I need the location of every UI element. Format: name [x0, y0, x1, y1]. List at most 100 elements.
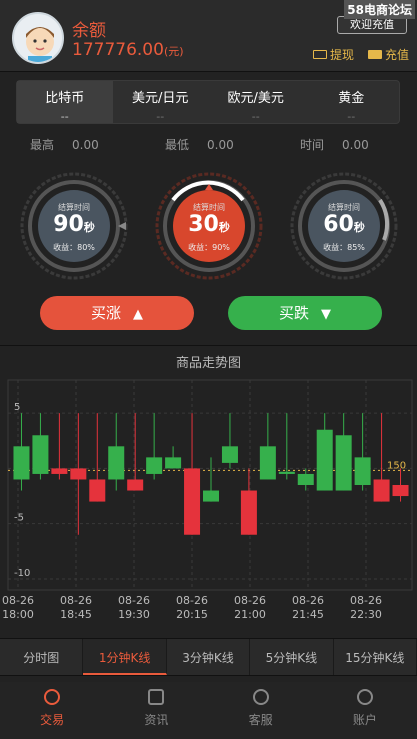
- avatar[interactable]: [12, 12, 64, 64]
- dial-90s[interactable]: 结算时间 90秒 收益：80%: [18, 170, 130, 282]
- arrow-up-icon: ▲: [133, 307, 143, 322]
- x-tick-label: 22:30: [350, 608, 382, 621]
- candle-body: [32, 435, 49, 474]
- balance-unit: (元): [163, 45, 184, 58]
- x-tick-label: 08-26: [350, 594, 382, 607]
- x-tick-label: 08-26: [2, 594, 34, 607]
- tab-gold[interactable]: 黄金 --: [304, 81, 400, 123]
- candle-body: [108, 446, 125, 480]
- dial-face: 结算时间 30秒 收益：90%: [173, 190, 245, 262]
- dial-face: 结算时间 60秒 收益：85%: [308, 190, 380, 262]
- tab-15min-kline[interactable]: 15分钟K线: [334, 639, 417, 675]
- buy-down-button[interactable]: 买跌 ▼: [228, 296, 382, 330]
- dial-seconds: 60秒: [308, 213, 380, 240]
- x-tick-label: 20:15: [176, 608, 208, 621]
- tab-timeshare[interactable]: 分时图: [0, 639, 84, 675]
- arrow-down-icon: ▼: [321, 307, 331, 322]
- nav-news[interactable]: 资讯: [104, 682, 208, 739]
- service-icon: [252, 689, 269, 705]
- wallet-icon: [368, 50, 382, 59]
- nav-label: 客服: [248, 713, 273, 727]
- product-price: --: [251, 110, 260, 123]
- tab-3min-kline[interactable]: 3分钟K线: [167, 639, 251, 675]
- tab-eur-usd[interactable]: 欧元/美元 --: [208, 81, 304, 123]
- nav-label: 账户: [352, 713, 377, 727]
- buy-up-button[interactable]: 买涨 ▲: [40, 296, 194, 330]
- product-price: --: [60, 110, 69, 123]
- dial-30s[interactable]: 结算时间 30秒 收益：90%: [153, 170, 265, 282]
- dial-yield: 收益：80%: [53, 243, 95, 252]
- x-tick-label: 21:00: [234, 608, 266, 621]
- candle-body: [278, 471, 295, 474]
- deposit-label: 充值: [385, 48, 410, 62]
- product-name: 黄金: [338, 91, 365, 106]
- candle-body: [89, 479, 106, 502]
- candle-body: [13, 446, 30, 480]
- nav-label: 交易: [40, 713, 65, 727]
- stat-low: 最低 0.00: [165, 136, 234, 153]
- deposit-button[interactable]: 充值: [368, 46, 409, 63]
- dial-face: 结算时间 90秒 收益：80%: [38, 190, 110, 262]
- account-icon: [356, 689, 373, 705]
- candle-body: [70, 468, 87, 480]
- stat-high-label: 最高: [30, 138, 55, 152]
- candle-body: [354, 457, 371, 485]
- withdraw-label: 提现: [330, 48, 355, 62]
- candle-body: [316, 429, 333, 491]
- divider: [0, 345, 417, 346]
- tab-5min-kline[interactable]: 5分钟K线: [250, 639, 334, 675]
- nav-service[interactable]: 客服: [209, 682, 313, 739]
- news-icon: [148, 689, 165, 705]
- dial-seconds-value: 60: [323, 212, 354, 237]
- dial-unit: 秒: [83, 221, 95, 234]
- stat-low-value: 0.00: [207, 138, 234, 152]
- x-tick-label: 18:45: [60, 608, 92, 621]
- tab-usd-jpy[interactable]: 美元/日元 --: [113, 81, 209, 123]
- nav-trade[interactable]: 交易: [0, 682, 104, 739]
- reference-label: 150: [387, 460, 406, 471]
- x-tick-label: 18:00: [2, 608, 34, 621]
- x-tick-label: 19:30: [118, 608, 150, 621]
- dial-yield: 收益：90%: [188, 243, 230, 252]
- stat-time: 时间 0.00: [300, 136, 369, 153]
- bottom-nav: 交易 资讯 客服 账户: [0, 682, 417, 739]
- stat-high: 最高 0.00: [30, 136, 99, 153]
- product-name: 比特币: [45, 91, 85, 106]
- product-price: --: [347, 110, 356, 123]
- buy-down-label: 买跌: [278, 304, 309, 322]
- nav-account[interactable]: 账户: [313, 682, 417, 739]
- tab-bitcoin[interactable]: 比特币 --: [17, 81, 113, 123]
- candle-body: [392, 485, 409, 497]
- x-tick-label: 08-26: [176, 594, 208, 607]
- dial-60s[interactable]: 结算时间 60秒 收益：85%: [288, 170, 400, 282]
- candle-body: [221, 446, 238, 463]
- trade-icon: [44, 689, 61, 705]
- product-name: 美元/日元: [132, 91, 189, 106]
- candle-body: [184, 468, 201, 535]
- y-tick-label: -10: [14, 568, 30, 579]
- product-price: --: [156, 110, 165, 123]
- dial-seconds-value: 90: [53, 212, 84, 237]
- balance-value: 177776.00: [72, 40, 164, 60]
- x-tick-label: 08-26: [118, 594, 150, 607]
- y-tick-label: -5: [14, 513, 24, 524]
- candle-body: [297, 473, 314, 485]
- balance-amount: 177776.00(元): [72, 40, 184, 60]
- product-tabs: 比特币 -- 美元/日元 -- 欧元/美元 -- 黄金 --: [16, 80, 400, 124]
- withdraw-button[interactable]: 提现: [313, 46, 354, 63]
- candle-body: [373, 479, 390, 502]
- kline-chart[interactable]: 08-2618:0008-2618:4508-2619:3008-2620:15…: [0, 375, 417, 625]
- x-tick-label: 08-26: [234, 594, 266, 607]
- dial-seconds-value: 30: [188, 212, 219, 237]
- nav-label: 资讯: [144, 713, 169, 727]
- card-icon: [313, 50, 327, 59]
- candle-body: [240, 490, 257, 535]
- stat-time-label: 时间: [300, 138, 325, 152]
- tab-1min-kline[interactable]: 1分钟K线: [83, 639, 167, 675]
- dial-yield: 收益：85%: [323, 243, 365, 252]
- candle-body: [146, 457, 163, 474]
- x-tick-label: 21:45: [292, 608, 324, 621]
- period-tabs: 分时图 1分钟K线 3分钟K线 5分钟K线 15分钟K线: [0, 638, 417, 676]
- y-tick-label: 5: [14, 402, 20, 413]
- candle-body: [259, 446, 276, 480]
